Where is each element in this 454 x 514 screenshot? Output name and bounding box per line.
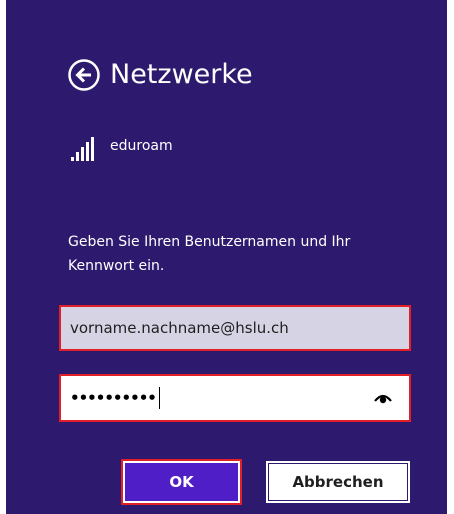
ok-button[interactable]: OK — [121, 459, 242, 505]
username-value: vorname.nachname@hslu.ch — [70, 319, 289, 337]
cancel-button[interactable]: Abbrechen — [266, 461, 410, 503]
network-entry: eduroam — [68, 133, 173, 163]
username-field[interactable]: vorname.nachname@hslu.ch — [59, 305, 411, 351]
page-title: Netzwerke — [110, 59, 253, 90]
password-field[interactable]: •••••••••• — [59, 374, 411, 422]
network-auth-panel: Netzwerke eduroam Geben Sie Ihren Benutz… — [6, 0, 447, 514]
network-name: eduroam — [110, 138, 173, 154]
password-masked-value: •••••••••• — [70, 389, 157, 407]
wifi-signal-bars-icon — [71, 137, 94, 161]
arrow-left-circle-icon[interactable] — [67, 58, 101, 92]
eye-icon[interactable] — [374, 389, 392, 407]
credentials-prompt: Geben Sie Ihren Benutzernamen und Ihr Ke… — [68, 234, 351, 274]
back-navigation[interactable]: Netzwerke — [67, 53, 253, 97]
text-cursor — [158, 387, 160, 409]
